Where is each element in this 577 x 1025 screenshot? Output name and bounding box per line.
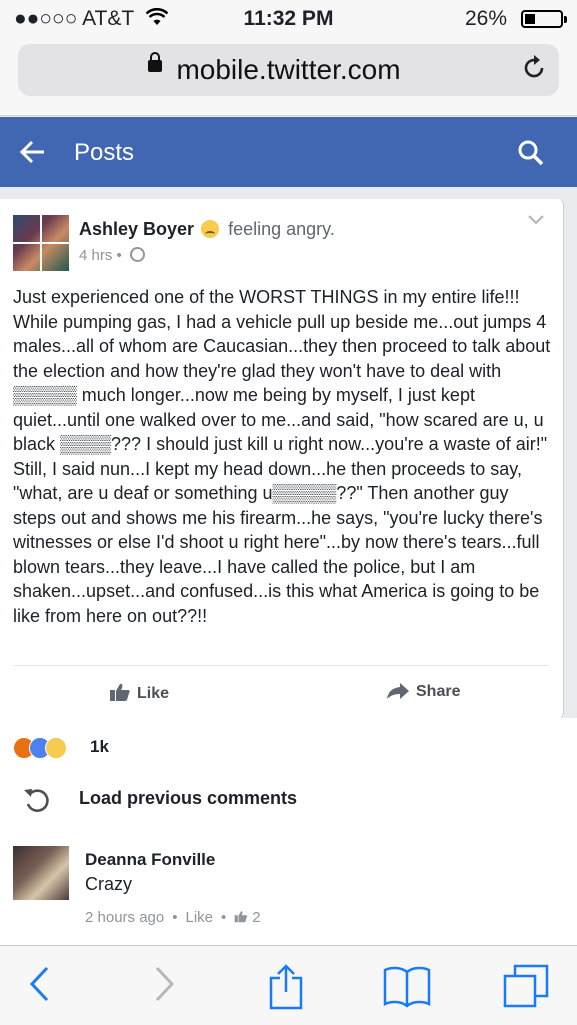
feeling-text: feeling angry. — [228, 219, 335, 239]
status-bar: ●●○○○ AT&T 11:32 PM 26% — [0, 0, 577, 38]
share-icon — [269, 964, 303, 1010]
tabs-button[interactable] — [503, 964, 549, 1013]
app-header: Posts — [0, 117, 577, 187]
search-icon[interactable] — [517, 139, 545, 172]
page-title: Posts — [74, 139, 135, 166]
url-text[interactable]: mobile.twitter.com — [18, 54, 559, 86]
share-label: Share — [416, 683, 461, 700]
post-actions: Like Share — [13, 665, 549, 718]
thumbs-up-icon — [234, 911, 248, 923]
load-previous-label: Load previous comments — [79, 788, 298, 808]
thumbs-up-icon — [110, 683, 130, 701]
author-name[interactable]: Ashley Boyer — [79, 219, 194, 239]
tabs-icon — [503, 964, 549, 1008]
comment-text: Crazy — [85, 874, 133, 894]
like-button[interactable]: Like — [109, 682, 169, 703]
address-bar[interactable]: mobile.twitter.com — [18, 44, 559, 96]
comment-time: 2 hours ago — [85, 909, 165, 926]
comment-like-button[interactable]: Like — [186, 909, 214, 926]
refresh-arrow-icon — [24, 789, 49, 812]
post-time[interactable]: 4 hrs — [79, 247, 112, 264]
bookmarks-button[interactable] — [383, 964, 431, 1013]
share-button-toolbar[interactable] — [268, 964, 304, 1015]
meta-separator: • — [172, 909, 178, 926]
load-previous-comments[interactable]: Load previous comments — [22, 785, 297, 820]
chevron-right-icon — [155, 966, 175, 1002]
comment-meta: 2 hours ago • Like • 2 — [85, 909, 261, 926]
meta-separator: • — [221, 909, 227, 926]
reaction-count[interactable]: 1k — [90, 737, 109, 757]
battery-percent: 26% — [464, 7, 507, 30]
sad-icon — [45, 737, 67, 759]
commenter-name[interactable]: Deanna Fonville — [85, 850, 215, 870]
reaction-icons[interactable] — [13, 737, 67, 764]
forward-button[interactable] — [152, 964, 176, 1009]
comment-like-count: 2 — [252, 909, 261, 926]
author-avatar[interactable] — [13, 215, 69, 271]
angry-emoji-icon — [201, 220, 220, 238]
chevron-down-icon[interactable] — [527, 213, 545, 231]
back-arrow-icon[interactable] — [18, 137, 48, 172]
post-card: Ashley Boyer feeling angry. 4 hrs • Just… — [0, 199, 564, 718]
reload-icon[interactable] — [521, 54, 547, 87]
post-text: Just experienced one of the WORST THINGS… — [13, 287, 551, 626]
globe-icon — [129, 247, 145, 262]
share-button[interactable]: Share — [386, 682, 460, 701]
battery-icon — [521, 10, 567, 28]
like-label: Like — [137, 685, 170, 702]
post-meta: 4 hrs • — [79, 247, 145, 264]
commenter-avatar[interactable] — [13, 846, 69, 900]
meta-separator: • — [116, 247, 126, 264]
browser-toolbar — [0, 945, 577, 1025]
back-button[interactable] — [28, 964, 52, 1009]
chevron-left-icon — [29, 966, 49, 1002]
reactions-section: 1k Load previous comments Deanna Fonvill… — [0, 718, 577, 950]
post-author-line: Ashley Boyer feeling angry. — [79, 219, 335, 240]
browser-address-area: mobile.twitter.com — [0, 38, 577, 116]
share-arrow-icon — [387, 683, 409, 699]
book-icon — [383, 966, 431, 1008]
